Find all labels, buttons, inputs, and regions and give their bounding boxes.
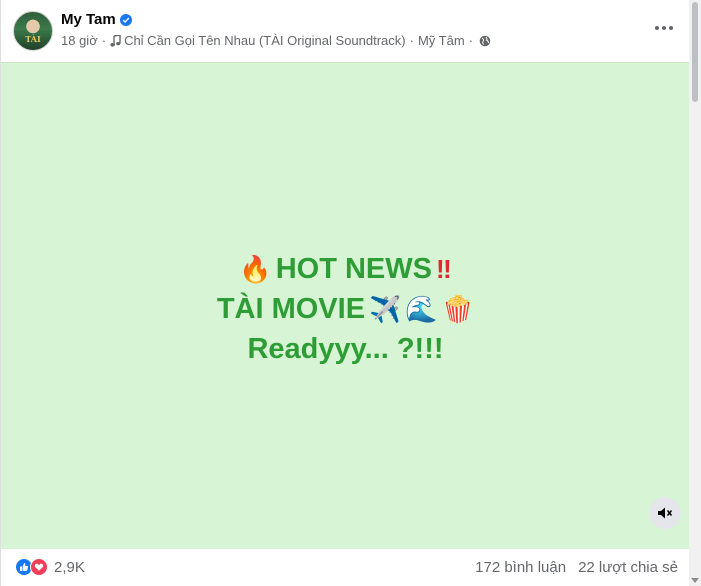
more-dot-icon xyxy=(669,26,673,30)
music-artist[interactable]: Mỹ Tâm xyxy=(418,33,465,48)
fire-icon: 🔥 xyxy=(239,254,272,284)
shares-count-link[interactable]: 22 lượt chia sẻ xyxy=(578,559,678,576)
scrollbar-thumb[interactable] xyxy=(692,2,698,102)
avatar-logo-text: TÀI xyxy=(25,34,41,44)
scroll-down-arrow-icon[interactable] xyxy=(691,578,699,583)
headline-text-1: HOT NEWS xyxy=(275,253,432,285)
mute-button[interactable] xyxy=(649,497,681,529)
more-options-button[interactable] xyxy=(646,14,682,42)
author-name[interactable]: My Tam xyxy=(61,11,116,28)
love-reaction-icon xyxy=(30,558,48,576)
verified-badge-icon xyxy=(119,13,132,26)
more-dot-icon xyxy=(662,26,666,30)
headline-text-2: TÀI MOVIE xyxy=(216,293,366,325)
headline-line-1: 🔥 HOT NEWS ‼ xyxy=(1,249,690,289)
post-media[interactable]: 🔥 HOT NEWS ‼ TÀI MOVIE ✈️ 🌊 🍿 Readyyy...… xyxy=(1,62,690,549)
reactions-summary[interactable]: 2,9K xyxy=(15,558,85,576)
post-header: TÀI My Tam 18 giờ · Chỉ Cần Gọi Tên Nhau… xyxy=(1,0,690,62)
meta-separator: · xyxy=(101,33,107,48)
scrollbar[interactable] xyxy=(689,0,701,586)
popcorn-icon: 🍿 xyxy=(441,294,475,324)
author-avatar[interactable]: TÀI xyxy=(13,11,53,51)
meta-separator: · xyxy=(409,33,414,48)
music-note-icon xyxy=(110,34,121,47)
post-time[interactable]: 18 giờ xyxy=(61,33,98,48)
post-card: TÀI My Tam 18 giờ · Chỉ Cần Gọi Tên Nhau… xyxy=(0,0,690,586)
media-headline: 🔥 HOT NEWS ‼ TÀI MOVIE ✈️ 🌊 🍿 Readyyy...… xyxy=(1,249,690,369)
double-exclamation-icon: ‼ xyxy=(435,254,452,284)
comments-count-link[interactable]: 172 bình luận xyxy=(475,559,566,576)
author-row: My Tam xyxy=(61,11,132,28)
post-footer: 2,9K 172 bình luận 22 lượt chia sẻ xyxy=(1,548,690,586)
post-meta: 18 giờ · Chỉ Cần Gọi Tên Nhau (TÀI Origi… xyxy=(61,33,491,48)
headline-text-3: Readyyy... ?!!! xyxy=(247,333,444,365)
headline-line-3: Readyyy... ?!!! xyxy=(1,329,690,369)
meta-separator: · xyxy=(468,33,474,48)
speaker-muted-icon xyxy=(658,507,673,519)
airplane-icon: ✈️ xyxy=(369,294,402,324)
globe-icon[interactable] xyxy=(479,35,491,47)
headline-line-2: TÀI MOVIE ✈️ 🌊 🍿 xyxy=(1,289,690,329)
more-dot-icon xyxy=(655,26,659,30)
reaction-count[interactable]: 2,9K xyxy=(54,559,85,576)
wave-icon: 🌊 xyxy=(405,294,438,324)
music-title[interactable]: Chỉ Cần Gọi Tên Nhau (TÀI Original Sound… xyxy=(124,33,406,48)
